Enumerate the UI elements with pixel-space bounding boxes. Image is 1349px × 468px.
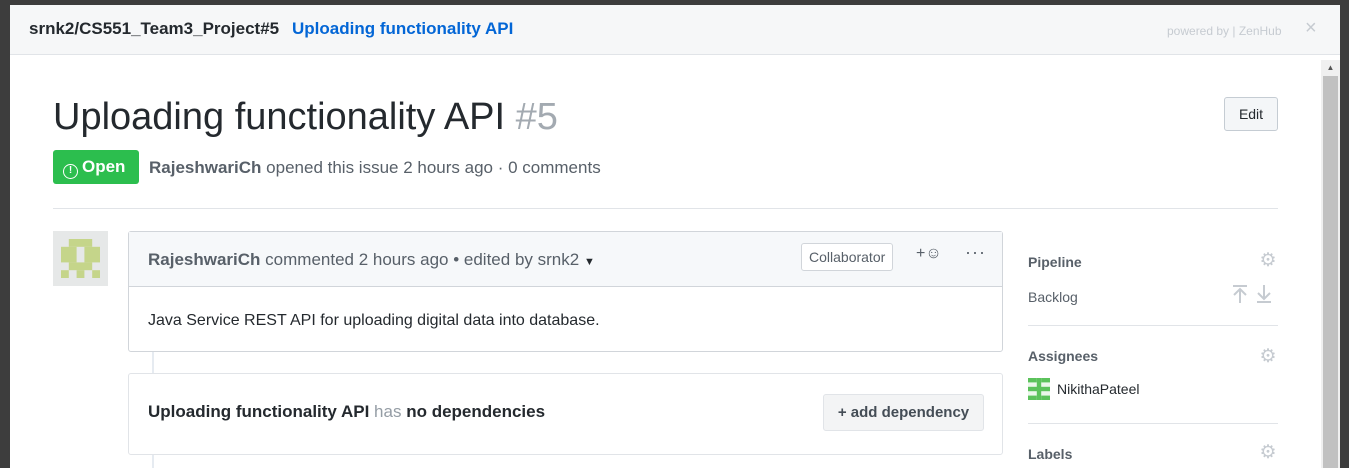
identicon-icon — [61, 239, 100, 278]
dependencies-panel: Uploading functionality API has no depen… — [128, 373, 1003, 455]
dependency-has-text: has — [374, 402, 402, 421]
repo-link[interactable]: srnk2/CS551_Team3_Project#5 — [29, 19, 279, 39]
add-dependency-button[interactable]: + add dependency — [823, 394, 984, 431]
pipeline-gear-icon[interactable]: ⚙ — [1258, 251, 1278, 271]
collaborator-badge: Collaborator — [801, 243, 894, 271]
comment: RajeshwariCh commented 2 hours ago • edi… — [128, 231, 1003, 352]
more-options-icon[interactable]: ··· — [965, 242, 986, 263]
move-to-bottom-icon[interactable] — [1255, 284, 1273, 304]
issue-modal: srnk2/CS551_Team3_Project#5 Uploading fu… — [10, 5, 1340, 468]
sidebar-divider — [1028, 325, 1278, 326]
comment-meta: RajeshwariCh commented 2 hours ago • edi… — [148, 250, 595, 270]
close-icon[interactable]: × — [1305, 18, 1317, 38]
comment-header: RajeshwariCh commented 2 hours ago • edi… — [129, 232, 1002, 287]
issue-opened-text: opened this issue 2 hours ago · 0 commen… — [266, 158, 601, 177]
issue-author-link[interactable]: RajeshwariCh — [149, 158, 261, 177]
edit-button[interactable]: Edit — [1224, 97, 1278, 131]
move-top-bottom-arrows-icon[interactable] — [1231, 284, 1273, 305]
sidebar-divider — [1028, 423, 1278, 424]
status-label: Open — [82, 157, 126, 176]
move-to-top-icon[interactable] — [1231, 284, 1249, 304]
avatar[interactable] — [53, 231, 108, 286]
pipeline-value[interactable]: Backlog — [1028, 289, 1078, 305]
dependencies-summary: Uploading functionality API has no depen… — [148, 402, 545, 422]
modal-header: srnk2/CS551_Team3_Project#5 Uploading fu… — [10, 5, 1340, 55]
assignee-name[interactable]: NikithaPateel — [1057, 381, 1140, 397]
assignees-gear-icon[interactable]: ⚙ — [1258, 347, 1278, 367]
comment-author-link[interactable]: RajeshwariCh — [148, 250, 260, 269]
comment-meta-text: commented 2 hours ago • edited by srnk2 — [265, 250, 580, 269]
header-divider — [53, 208, 1278, 209]
sidebar: Pipeline ⚙ Backlog Assignees ⚙ NikithaPa… — [1028, 231, 1278, 468]
issue-title-link[interactable]: Uploading functionality API — [292, 19, 513, 39]
labels-label: Labels — [1028, 446, 1073, 462]
scrollbar[interactable]: ▲ — [1321, 60, 1340, 468]
scrollbar-thumb[interactable] — [1323, 76, 1338, 468]
page-title: Uploading functionality API #5 — [53, 96, 558, 139]
assignee-avatar — [1028, 378, 1050, 400]
dependency-issue-title: Uploading functionality API — [148, 402, 370, 421]
powered-by-zenhub[interactable]: powered by | ZenHub — [1167, 24, 1282, 38]
edit-history-chevron-down-icon[interactable]: ▼ — [584, 256, 595, 268]
issue-opened-icon: ! — [63, 164, 78, 179]
issue-title-text: Uploading functionality API — [53, 96, 506, 138]
labels-gear-icon[interactable]: ⚙ — [1258, 443, 1278, 463]
pipeline-label: Pipeline — [1028, 254, 1082, 270]
dependency-status: no dependencies — [406, 402, 546, 421]
scroll-up-arrow-icon[interactable]: ▲ — [1321, 62, 1340, 74]
comment-body: Java Service REST API for uploading digi… — [148, 312, 600, 329]
assignees-label: Assignees — [1028, 348, 1099, 364]
issue-meta: RajeshwariCh opened this issue 2 hours a… — [149, 158, 601, 178]
status-badge: ! Open — [53, 150, 139, 184]
issue-number: #5 — [515, 96, 558, 138]
add-reaction-icon[interactable]: +☺ — [916, 245, 942, 263]
